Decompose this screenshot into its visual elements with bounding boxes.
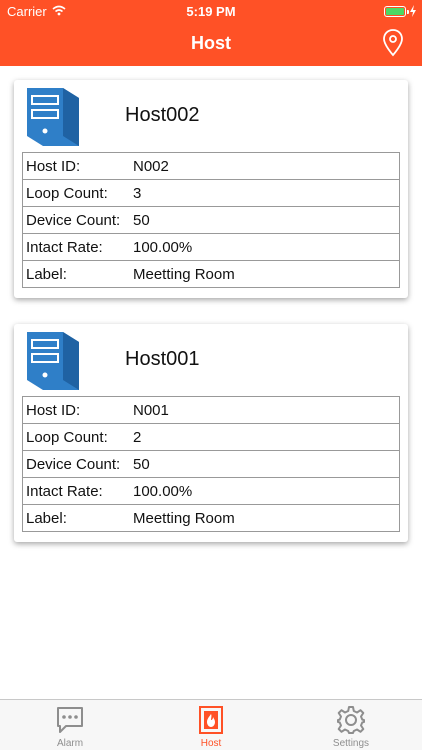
row-label: Label:: [26, 510, 67, 527]
row-label: Host ID:: [26, 402, 81, 419]
host-name: Host001: [125, 348, 200, 370]
gear-icon: [337, 706, 365, 734]
row-label: Loop Count:: [26, 185, 108, 202]
tab-settings[interactable]: Settings: [316, 700, 386, 750]
host-name: Host002: [125, 104, 200, 126]
server-tower-icon: [27, 88, 79, 146]
status-bar: Carrier 5:19 PM: [0, 0, 422, 22]
row-value: 2: [133, 429, 142, 446]
chat-bubble-icon: [57, 707, 83, 733]
tab-label: Host: [200, 738, 222, 749]
row-value: Meetting Room: [133, 266, 235, 283]
label-row: Label: Meetting Room: [23, 505, 399, 531]
row-label: Intact Rate:: [26, 483, 103, 500]
fire-host-icon: [199, 706, 223, 734]
tab-label: Settings: [332, 738, 370, 749]
device-count-row: Device Count: 50: [23, 451, 399, 478]
host-id-row: Host ID: N001: [23, 397, 399, 424]
tab-bar: Alarm Host Settings: [0, 699, 422, 750]
host-id-row: Host ID: N002: [23, 153, 399, 180]
host-info-table: Host ID: N002 Loop Count: 3 Device Count…: [22, 152, 400, 288]
device-count-row: Device Count: 50: [23, 207, 399, 234]
row-value: 3: [133, 185, 142, 202]
row-label: Label:: [26, 266, 67, 283]
location-pin-icon[interactable]: [382, 28, 404, 58]
loop-count-row: Loop Count: 3: [23, 180, 399, 207]
tab-alarm[interactable]: Alarm: [35, 700, 105, 750]
row-label: Intact Rate:: [26, 239, 103, 256]
row-label: Device Count:: [26, 456, 121, 473]
row-value: N001: [133, 402, 169, 419]
row-value: Meetting Room: [133, 510, 235, 527]
row-value: N002: [133, 158, 169, 175]
host-info-table: Host ID: N001 Loop Count: 2 Device Count…: [22, 396, 400, 532]
row-label: Host ID:: [26, 158, 81, 175]
intact-rate-row: Intact Rate: 100.00%: [23, 234, 399, 261]
tab-host[interactable]: Host: [176, 700, 246, 750]
battery-full-icon: [384, 6, 409, 17]
row-value: 100.00%: [133, 483, 193, 500]
row-label: Loop Count:: [26, 429, 108, 446]
row-value: 50: [133, 212, 150, 229]
label-row: Label: Meetting Room: [23, 261, 399, 287]
top-bar: Carrier 5:19 PM Host: [0, 0, 422, 66]
host-card[interactable]: Host002 Host ID: N002 Loop Count: 3 Devi…: [14, 80, 408, 298]
charging-bolt-icon: [410, 5, 416, 17]
status-time: 5:19 PM: [186, 4, 236, 19]
row-value: 100.00%: [133, 239, 193, 256]
page-title: Host: [191, 33, 231, 53]
row-label: Device Count:: [26, 212, 121, 229]
host-card[interactable]: Host001 Host ID: N001 Loop Count: 2 Devi…: [14, 324, 408, 542]
row-value: 50: [133, 456, 150, 473]
tab-label: Alarm: [56, 738, 84, 749]
intact-rate-row: Intact Rate: 100.00%: [23, 478, 399, 505]
loop-count-row: Loop Count: 2: [23, 424, 399, 451]
server-tower-icon: [27, 332, 79, 390]
